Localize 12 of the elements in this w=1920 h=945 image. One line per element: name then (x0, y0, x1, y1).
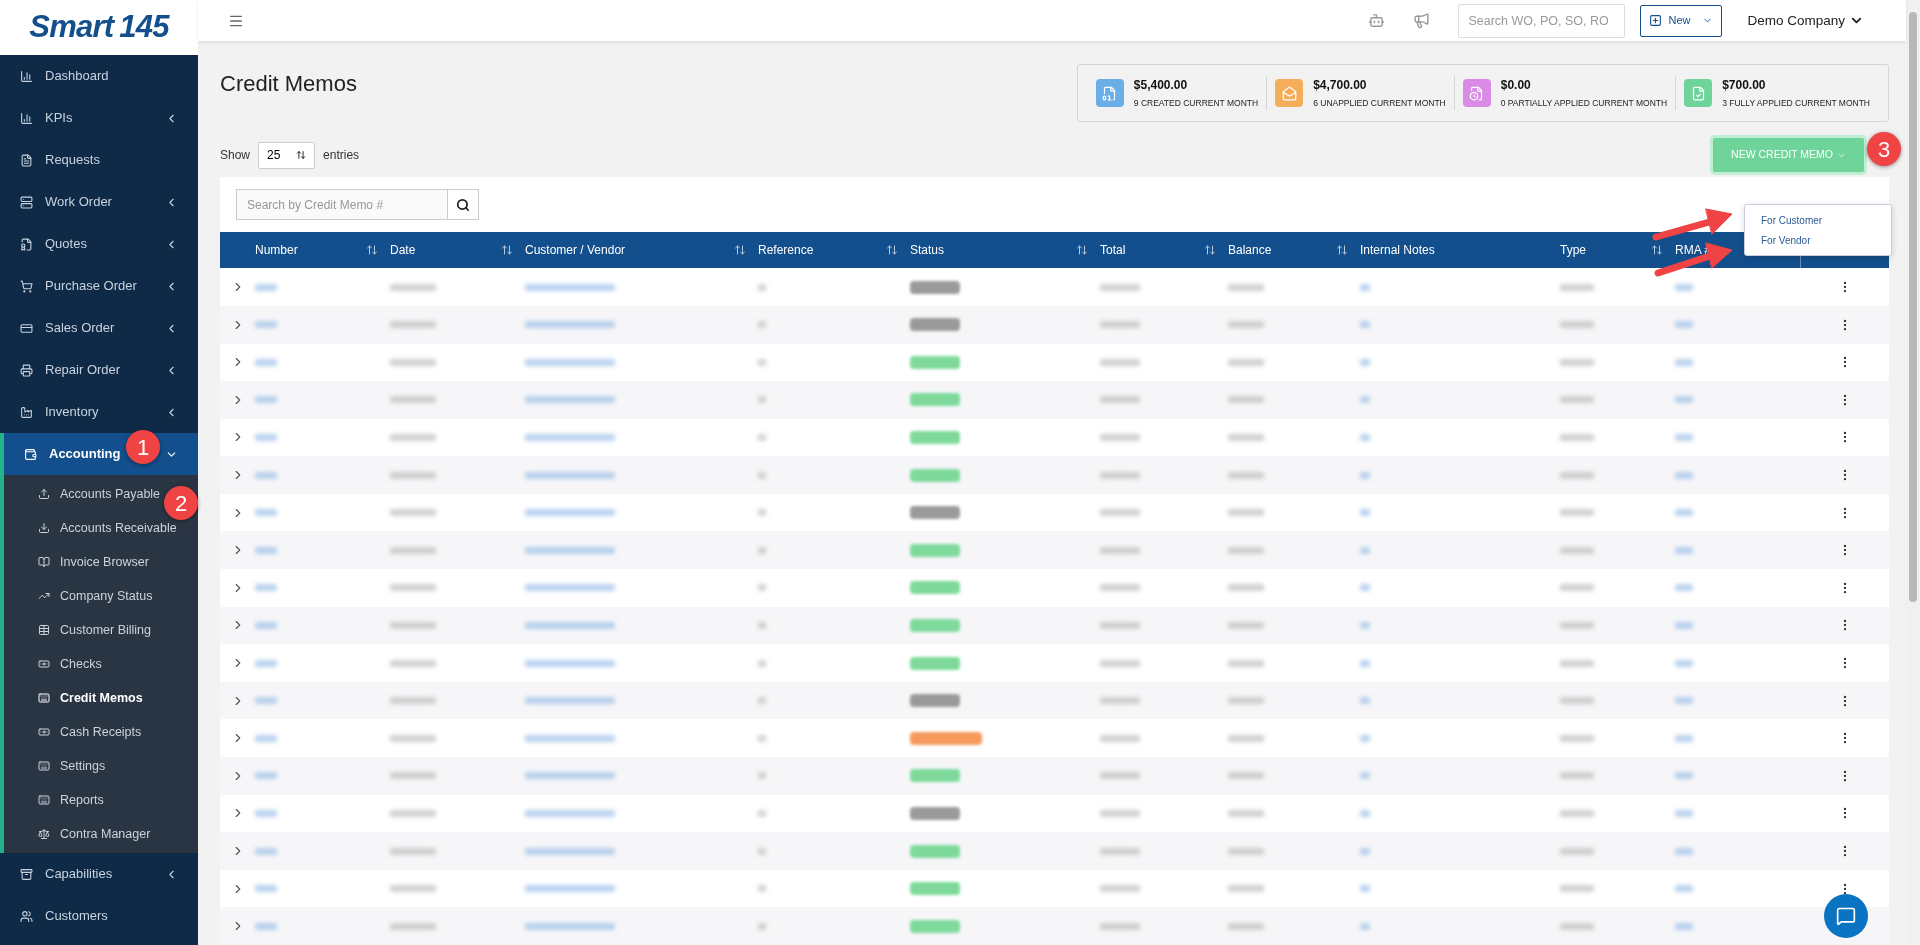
stat-label: 3 FULLY APPLIED CURRENT MONTH (1722, 97, 1870, 111)
stat-amount: $4,700.00 (1313, 77, 1368, 95)
step-number-badge: 3 (1867, 132, 1901, 166)
stat-label: 9 CREATED CURRENT MONTH (1133, 97, 1259, 111)
stat-label: 6 UNAPPLIED CURRENT MONTH (1313, 97, 1446, 111)
page-title: Credit Memos (220, 70, 357, 99)
stat-amount: $700.00 (1722, 77, 1767, 95)
stat-amount: $5,400.00 (1133, 77, 1189, 95)
show-label: Show (220, 147, 251, 165)
entries-label: entries (323, 147, 360, 165)
stat-label: 0 PARTIALLY APPLIED CURRENT MONTH (1500, 97, 1668, 111)
stat-amount: $0.00 (1500, 77, 1532, 95)
